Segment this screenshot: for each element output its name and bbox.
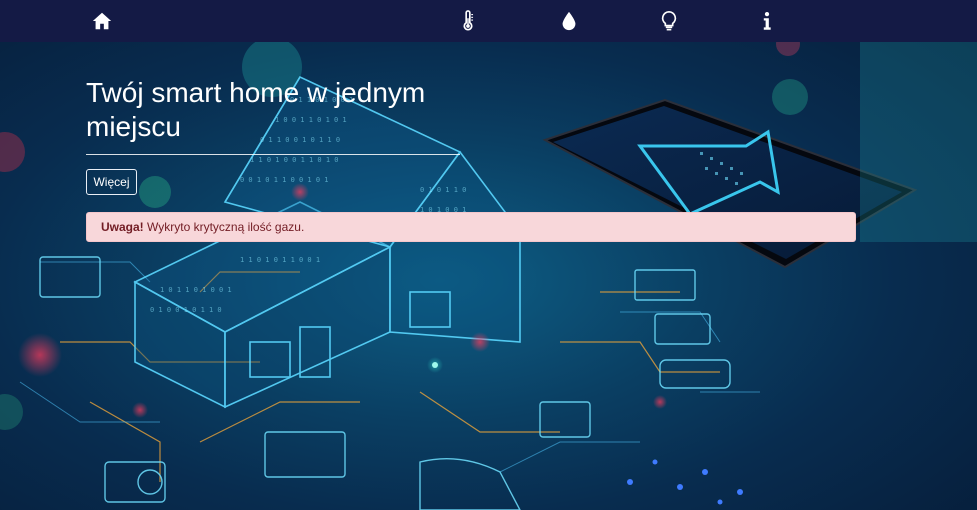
top-navbar xyxy=(0,0,977,42)
svg-text:1 1 0 1 0 1 1 0 0 1: 1 1 0 1 0 1 1 0 0 1 xyxy=(240,256,320,264)
more-button[interactable]: Więcej xyxy=(86,169,137,195)
lightbulb-icon xyxy=(661,11,677,31)
alert-message: Wykryto krytyczną ilość gazu. xyxy=(143,220,305,234)
svg-text:1 0 1 1 0 1 0 0 1: 1 0 1 1 0 1 0 0 1 xyxy=(160,286,232,294)
nav-temperature[interactable] xyxy=(456,9,480,33)
nav-home[interactable] xyxy=(90,9,114,33)
page: 0 1 1 0 1 0 0 1 1 0 0 1 1 0 1 0 1 0 1 1 … xyxy=(0,0,977,510)
svg-text:0 1 0 1 1 0: 0 1 0 1 1 0 xyxy=(420,186,466,194)
nav-lights[interactable] xyxy=(657,9,681,33)
thermometer-icon xyxy=(463,10,474,31)
svg-text:0 1 0 0 1 0 1 1 0: 0 1 0 0 1 0 1 1 0 xyxy=(150,306,222,314)
nav-info[interactable] xyxy=(755,9,779,33)
hero-title: Twój smart home w jednym miejscu xyxy=(86,77,426,142)
svg-text:1 1 0 1 0 0 1 1 0 1 0: 1 1 0 1 0 0 1 1 0 1 0 xyxy=(250,156,339,164)
nav-humidity[interactable] xyxy=(557,9,581,33)
home-icon xyxy=(92,12,112,30)
svg-text:0 0 1 0 1 1 0 0 1 0 1: 0 0 1 0 1 1 0 0 1 0 1 xyxy=(240,176,329,184)
water-drop-icon xyxy=(562,11,576,31)
info-icon xyxy=(763,12,771,30)
hero-divider xyxy=(86,154,460,155)
gas-alert: Uwaga! Wykryto krytyczną ilość gazu. xyxy=(86,212,856,242)
alert-strong-label: Uwaga! xyxy=(101,220,144,234)
